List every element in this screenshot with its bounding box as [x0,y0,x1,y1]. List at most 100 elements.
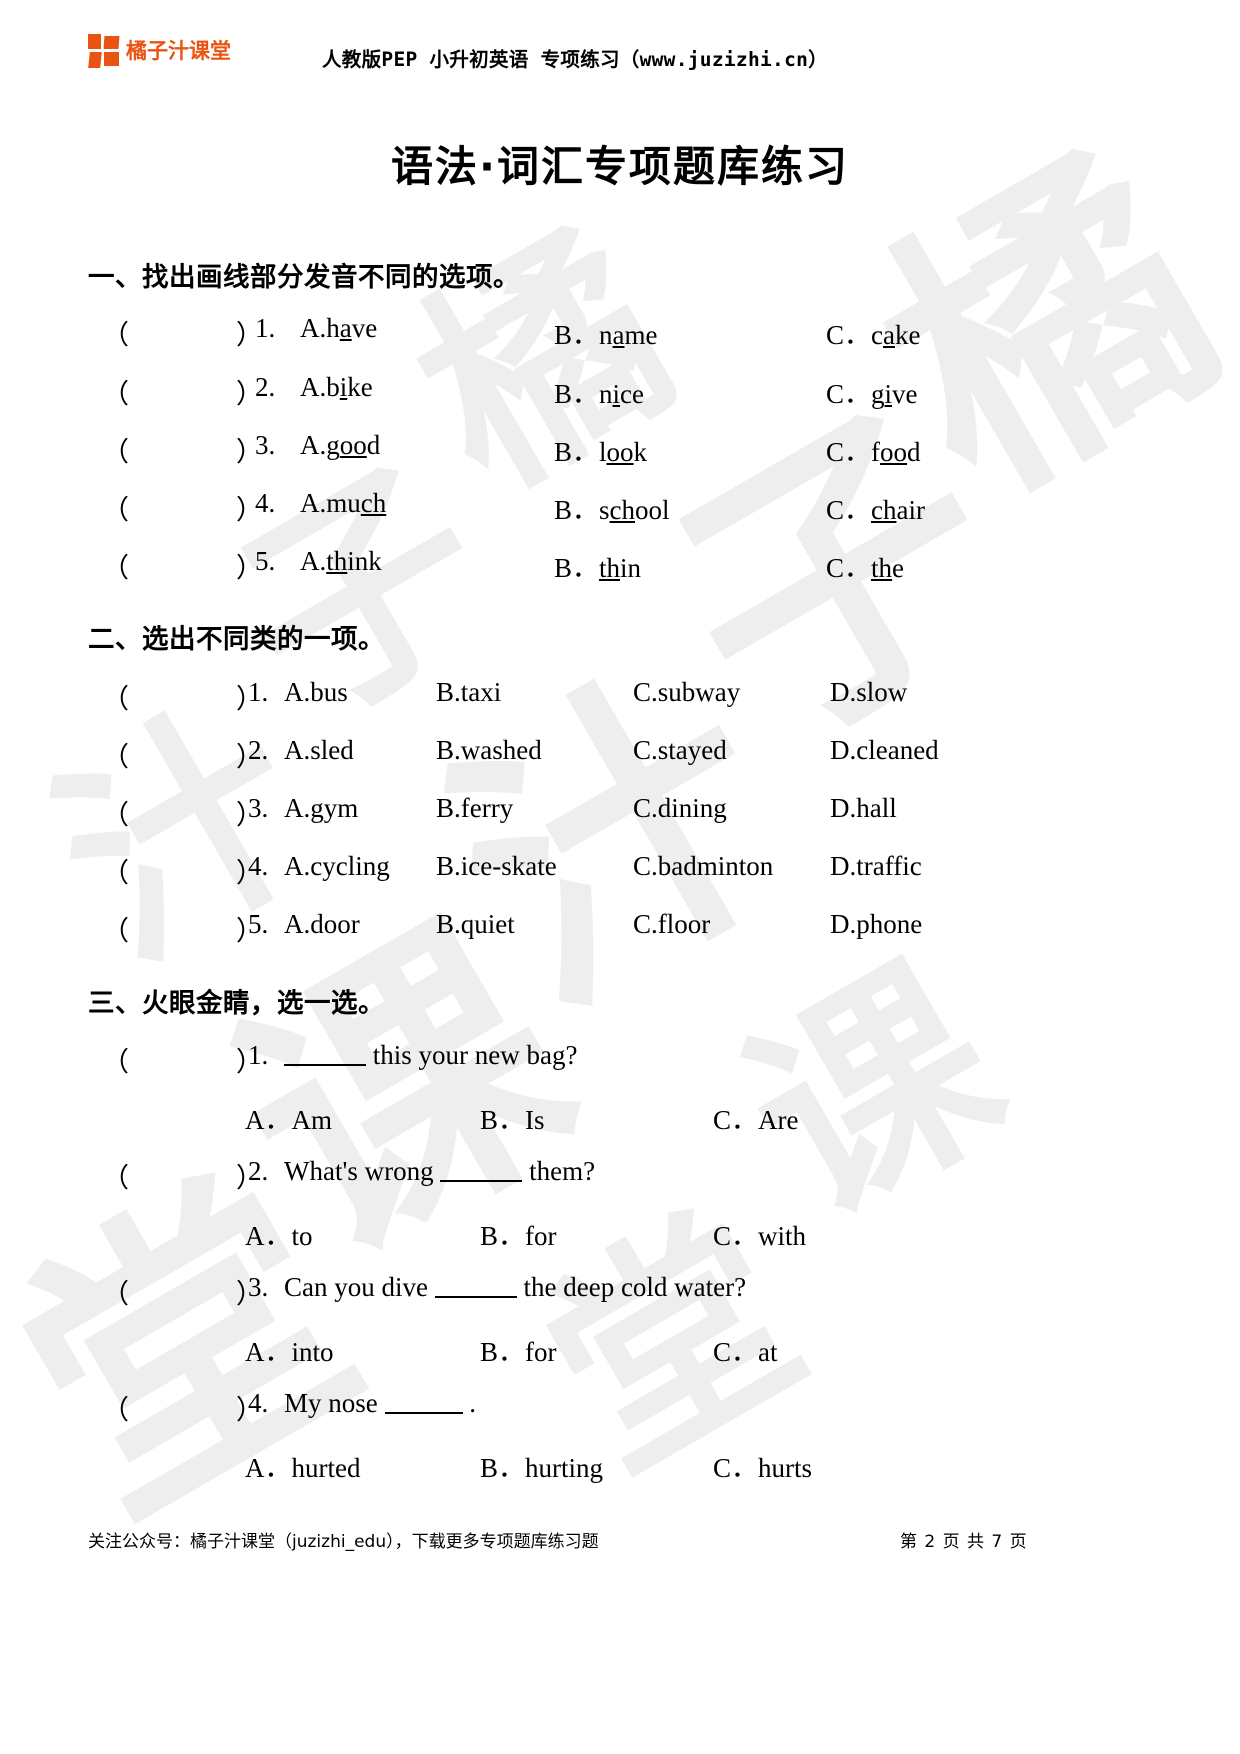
question-row: （ ） 1. A.bus B.taxi C.subway D.slow [88,677,1152,717]
section-heading-3: 三、火眼金睛，选一选。 [88,988,385,1019]
page-title: 语法·词汇专项题库练习 [391,142,849,191]
question-number: 3. [255,430,276,460]
question-number: 3. [248,1272,269,1302]
option-a[interactable]: A.door [284,909,360,940]
question-row: （ ） 2. A.bike B．nice C．give [88,372,1152,412]
answer-paren-left: （ [102,858,129,888]
choice-c[interactable]: C．hurts [713,1446,812,1485]
question-row: （ ） 3. Can you dive the deep cold water? [88,1272,1152,1312]
answer-paren-left: （ [102,437,129,467]
option-b[interactable]: B．name [554,313,658,352]
option-d[interactable]: D.phone [830,909,922,940]
option-b[interactable]: B.washed [436,735,542,766]
option-b[interactable]: B.ferry [436,793,513,824]
question-row: （ ） 2. A.sled B.washed C.stayed D.cleane… [88,735,1152,775]
choice-a[interactable]: A．into [245,1330,334,1369]
option-a[interactable]: A.sled [284,735,354,766]
option-b[interactable]: B．look [554,430,647,469]
option-b[interactable]: B．thin [554,546,641,585]
question-row: （ ） 3. A.gym B.ferry C.dining D.hall [88,793,1152,833]
question-row: （ ） 4. A.cycling B.ice-skate C.badminton… [88,851,1152,891]
option-c[interactable]: C.stayed [633,735,727,766]
question-row: （ ） 2. What's wrong them? [88,1156,1152,1196]
choice-row: A．into B．for C．at [88,1330,1152,1370]
choice-b[interactable]: B．hurting [480,1446,603,1485]
option-b[interactable]: B．school [554,488,670,527]
answer-paren-left: （ [102,1279,129,1309]
option-b[interactable]: B.taxi [436,677,501,708]
page-header: 橘子汁课堂 人教版PEP 小升初英语 专项练习（www.juzizhi.cn） [0,34,1240,84]
option-a[interactable]: A.bus [284,677,348,708]
question-row: （ ） 1. A.have B．name C．cake [88,313,1152,353]
answer-paren-left: （ [102,553,129,583]
fill-blank[interactable] [440,1180,523,1182]
question-number: 3. [248,793,269,823]
juzizhi-logo-icon [88,34,120,68]
question-number: 4. [255,488,276,518]
option-c[interactable]: C.floor [633,909,710,940]
answer-paren-left: （ [102,742,129,772]
question-number: 2. [248,735,269,765]
option-a[interactable]: A.good [300,430,380,461]
option-d[interactable]: D.slow [830,677,907,708]
choice-a[interactable]: A．hurted [245,1446,360,1485]
answer-paren-left: （ [102,495,129,525]
option-b[interactable]: B.ice-skate [436,851,557,882]
option-c[interactable]: C．food [826,430,921,469]
option-c[interactable]: C.badminton [633,851,773,882]
question-number: 2. [248,1156,269,1186]
question-row: （ ） 1. this your new bag? [88,1040,1152,1080]
choice-c[interactable]: C．at [713,1330,778,1369]
document-page: 橘子汁课堂 人教版PEP 小升初英语 专项练习（www.juzizhi.cn） … [0,0,1240,1754]
choice-row: A．hurted B．hurting C．hurts [88,1446,1152,1486]
choice-row: A．to B．for C．with [88,1214,1152,1254]
question-number: 1. [248,1040,269,1070]
question-number: 2. [255,372,276,402]
option-a[interactable]: A.cycling [284,851,390,882]
option-a[interactable]: A.much [300,488,386,519]
choice-c[interactable]: C．with [713,1214,806,1253]
question-stem: this your new bag? [284,1040,577,1071]
question-number: 1. [255,313,276,343]
section-heading-2: 二、选出不同类的一项。 [88,624,385,655]
choice-b[interactable]: B．for [480,1330,557,1369]
choice-a[interactable]: A．to [245,1214,313,1253]
answer-paren-left: （ [102,1163,129,1193]
option-c[interactable]: C.dining [633,793,727,824]
option-a[interactable]: A.have [300,313,377,344]
option-b[interactable]: B.quiet [436,909,515,940]
section-heading-1: 一、找出画线部分发音不同的选项。 [88,262,520,293]
fill-blank[interactable] [384,1412,463,1414]
option-d[interactable]: D.traffic [830,851,922,882]
question-row: （ ） 4. My nose . [88,1388,1152,1428]
answer-paren-left: （ [102,916,129,946]
option-a[interactable]: A.bike [300,372,373,403]
option-c[interactable]: C．give [826,372,918,411]
fill-blank[interactable] [434,1296,517,1298]
header-title: 人教版PEP 小升初英语 专项练习（www.juzizhi.cn） [322,48,828,71]
option-b[interactable]: B．nice [554,372,644,411]
option-a[interactable]: A.gym [284,793,358,824]
question-stem: My nose . [284,1388,476,1418]
option-a[interactable]: A.think [300,546,382,577]
question-number: 4. [248,851,269,881]
answer-paren-left: （ [102,1047,129,1077]
choice-a[interactable]: A．Am [245,1098,332,1137]
brand-logo: 橘子汁课堂 [88,34,231,68]
question-row: （ ） 4. A.much B．school C．chair [88,488,1152,528]
choice-c[interactable]: C．Are [713,1098,798,1137]
choice-row: A．Am B．Is C．Are [88,1098,1152,1138]
option-c[interactable]: C．chair [826,488,925,527]
option-c[interactable]: C．cake [826,313,920,352]
question-row: （ ） 5. A.door B.quiet C.floor D.phone [88,909,1152,949]
option-c[interactable]: C.subway [633,677,740,708]
fill-blank[interactable] [284,1064,366,1066]
question-stem: What's wrong them? [284,1156,596,1186]
brand-name: 橘子汁课堂 [126,39,231,63]
choice-b[interactable]: B．Is [480,1098,545,1137]
option-c[interactable]: C．the [826,546,904,585]
question-number: 1. [248,677,269,707]
option-d[interactable]: D.hall [830,793,897,824]
option-d[interactable]: D.cleaned [830,735,939,766]
choice-b[interactable]: B．for [480,1214,557,1253]
